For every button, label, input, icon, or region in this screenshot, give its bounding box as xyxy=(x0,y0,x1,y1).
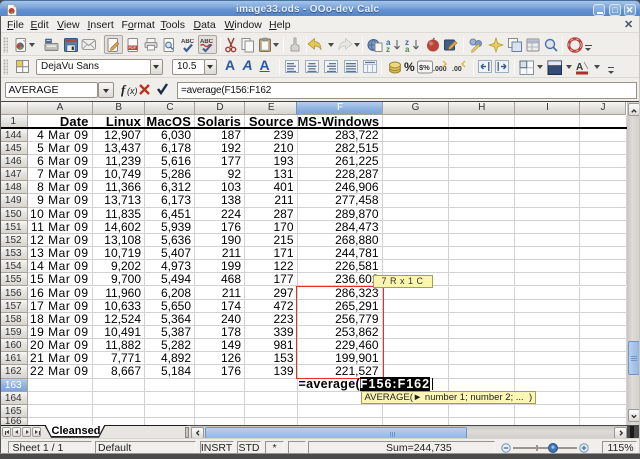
svg-text:ABC: ABC xyxy=(181,39,195,45)
svg-text:PDF: PDF xyxy=(129,46,137,50)
svg-text:$%: $% xyxy=(419,63,430,72)
svg-text:.000: .000 xyxy=(433,66,447,73)
svg-text:.00: .00 xyxy=(452,66,462,73)
svg-text:A: A xyxy=(576,62,583,73)
svg-text:z: z xyxy=(386,45,390,53)
svg-text:a: a xyxy=(405,45,410,53)
